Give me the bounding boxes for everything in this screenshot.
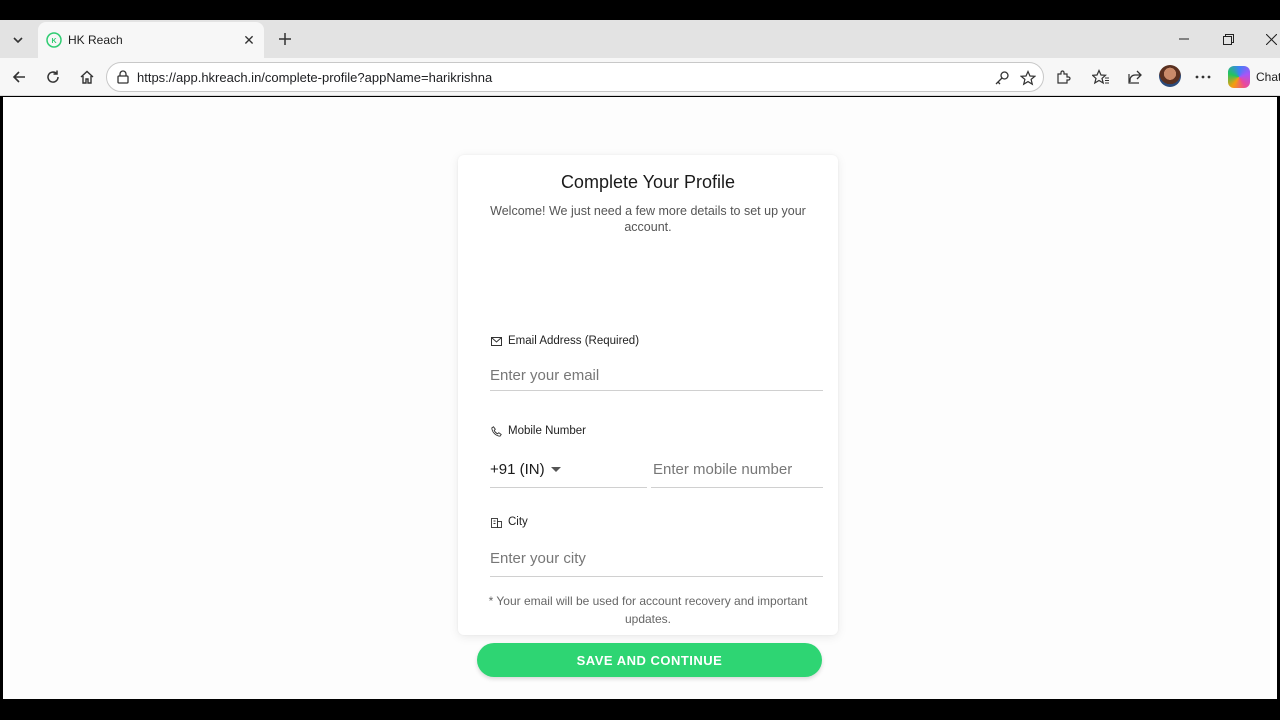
new-tab-button[interactable] bbox=[272, 26, 298, 52]
tab-actions-menu-button[interactable] bbox=[4, 26, 32, 54]
plus-icon bbox=[279, 33, 291, 45]
home-button[interactable] bbox=[73, 63, 101, 91]
city-label-text: City bbox=[508, 516, 528, 528]
restore-icon bbox=[1222, 33, 1234, 45]
favorites-star-icon bbox=[1092, 69, 1109, 85]
lock-icon[interactable] bbox=[115, 69, 131, 85]
puzzle-icon bbox=[1057, 70, 1071, 84]
email-label-text: Email Address (Required) bbox=[508, 335, 640, 347]
close-icon[interactable]: ✕ bbox=[238, 29, 260, 51]
page-viewport: Complete Your Profile Welcome! We just n… bbox=[3, 97, 1277, 699]
back-button[interactable] bbox=[5, 63, 33, 91]
refresh-button[interactable] bbox=[39, 63, 67, 91]
page-subtitle: Welcome! We just need a few more details… bbox=[490, 204, 806, 234]
minimize-button[interactable] bbox=[1171, 26, 1197, 52]
chat-label[interactable]: Chat bbox=[1256, 70, 1280, 84]
hk-reach-logo-icon: K bbox=[46, 32, 62, 48]
address-bar[interactable]: https://app.hkreach.in/complete-profile?… bbox=[106, 62, 1044, 92]
email-usage-note: * Your email will be used for account re… bbox=[488, 594, 808, 626]
share-icon bbox=[1128, 70, 1142, 84]
bottom-black-band bbox=[0, 699, 1280, 720]
browser-toolbar: https://app.hkreach.in/complete-profile?… bbox=[0, 58, 1280, 96]
save-and-continue-button[interactable]: SAVE AND CONTINUE bbox=[477, 643, 822, 677]
restore-button[interactable] bbox=[1215, 26, 1241, 52]
profile-avatar[interactable] bbox=[1159, 65, 1181, 87]
home-icon bbox=[80, 70, 94, 84]
mobile-label: Mobile Number bbox=[490, 425, 586, 437]
building-icon bbox=[490, 516, 502, 528]
refresh-icon bbox=[47, 70, 59, 83]
top-black-band bbox=[0, 0, 1280, 20]
key-icon[interactable] bbox=[991, 67, 1013, 89]
chevron-down-icon bbox=[13, 37, 23, 44]
country-code-value: +91 (IN) bbox=[490, 461, 545, 478]
mobile-number-field[interactable] bbox=[651, 452, 823, 488]
city-label: City bbox=[490, 516, 528, 528]
close-window-icon bbox=[1265, 33, 1277, 45]
minimize-icon bbox=[1179, 38, 1189, 40]
mobile-label-text: Mobile Number bbox=[508, 425, 586, 437]
country-code-select[interactable]: +91 (IN) bbox=[490, 452, 647, 488]
star-icon[interactable] bbox=[1017, 67, 1039, 89]
copilot-icon[interactable] bbox=[1228, 66, 1250, 88]
tab-hk-reach[interactable]: K HK Reach ✕ bbox=[38, 22, 264, 58]
extensions-button[interactable] bbox=[1049, 63, 1077, 91]
url-text[interactable]: https://app.hkreach.in/complete-profile?… bbox=[137, 70, 492, 85]
arrow-left-icon bbox=[12, 71, 25, 83]
share-button[interactable] bbox=[1121, 63, 1149, 91]
ellipsis-icon bbox=[1195, 75, 1211, 79]
email-label: Email Address (Required) bbox=[490, 335, 639, 347]
mail-icon bbox=[490, 335, 502, 347]
city-field[interactable] bbox=[490, 541, 823, 577]
complete-profile-card: Complete Your Profile Welcome! We just n… bbox=[458, 155, 838, 677]
svg-text:K: K bbox=[51, 38, 56, 45]
tab-strip: K HK Reach ✕ bbox=[0, 20, 1280, 58]
page-title: Complete Your Profile bbox=[560, 172, 736, 192]
phone-icon bbox=[490, 425, 502, 437]
caret-down-icon bbox=[550, 467, 561, 472]
favorites-button[interactable] bbox=[1087, 63, 1115, 91]
more-options-button[interactable] bbox=[1189, 63, 1217, 91]
close-window-button[interactable] bbox=[1258, 26, 1280, 52]
email-field[interactable] bbox=[490, 361, 823, 391]
tab-title: HK Reach bbox=[68, 33, 123, 47]
